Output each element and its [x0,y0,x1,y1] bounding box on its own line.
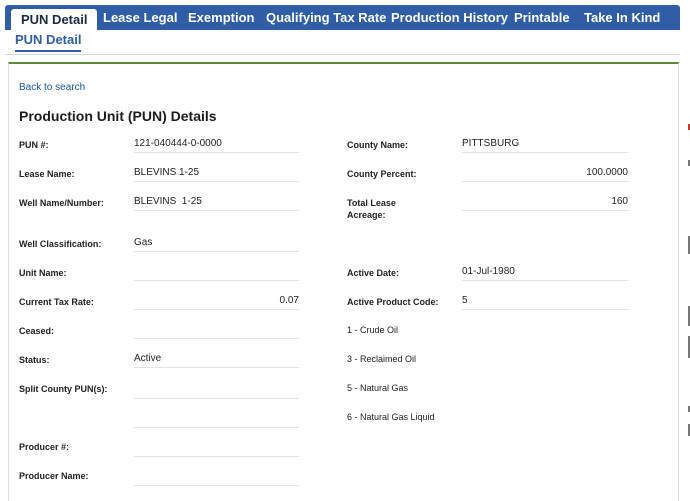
pun-value: 121-040444-0-0000 [134,136,299,153]
tab-pun-detail[interactable]: PUN Detail [11,9,98,30]
detail-panel [8,62,679,501]
total-lease-acreage-label: Total Lease Acreage: [347,197,396,221]
well-name-label: Well Name/Number: [19,198,104,208]
ceased-value [134,322,299,339]
tab-lease-legal[interactable]: Lease Legal [103,5,177,30]
product-code-item: 1 - Crude Oil [347,325,399,335]
county-percent-label: County Percent: [347,169,417,179]
current-tax-rate-value: 0.07 [134,293,299,310]
unit-name-label: Unit Name: [19,268,67,278]
product-code-item: 6 - Natural Gas Liquid [347,412,435,422]
well-classification-value: Gas [134,235,299,252]
ceased-label: Ceased: [19,326,55,336]
subtab-bar: PUN Detail [5,30,680,55]
producer-number-label: Producer #: [19,442,70,452]
page-title: Production Unit (PUN) Details [19,108,217,124]
tab-bar: PUN Detail Lease Legal Exemption Qualify… [5,5,680,30]
unit-name-value [134,264,299,281]
tab-take-in-kind[interactable]: Take In Kind [584,5,660,30]
producer-name-value [134,467,299,486]
lease-name-value: BLEVINS 1-25 [134,165,299,182]
producer-number-value [134,438,299,457]
product-code-item: 3 - Reclaimed Oil [347,354,417,364]
window-edge [681,40,690,499]
total-lease-acreage-value: 160 [462,194,628,211]
product-code-item: 5 - Natural Gas [347,383,409,393]
back-to-search-link[interactable]: Back to search [19,82,85,93]
active-date-label: Active Date: [347,268,400,278]
tab-exemption[interactable]: Exemption [188,5,254,30]
lease-name-label: Lease Name: [19,169,75,179]
active-date-value: 01-Jul-1980 [462,264,628,281]
county-percent-value: 100.0000 [462,165,628,182]
acreage-label-line1: Total Lease [347,198,396,208]
county-name-value: PITTSBURG [462,136,628,153]
split-county-pun-label: Split County PUN(s): [19,384,108,394]
pun-label: PUN #: [19,140,49,150]
split-county-pun-value [134,380,299,399]
well-classification-label: Well Classification: [19,239,102,249]
well-name-value: BLEVINS 1-25 [134,194,299,211]
current-tax-rate-label: Current Tax Rate: [19,297,94,307]
active-product-code-value: 5 [462,293,628,310]
acreage-label-line2: Acreage: [347,210,386,220]
tab-printable[interactable]: Printable [514,5,570,30]
tab-production-history[interactable]: Production History [391,5,508,30]
split-county-pun-value-2 [134,409,299,428]
county-name-label: County Name: [347,140,409,150]
active-product-code-label: Active Product Code: [347,297,439,307]
status-value: Active [134,351,299,368]
status-label: Status: [19,355,50,365]
subtab-pun-detail[interactable]: PUN Detail [15,32,82,52]
producer-name-label: Producer Name: [19,471,89,481]
tab-qualifying-tax-rate[interactable]: Qualifying Tax Rate [266,5,386,30]
